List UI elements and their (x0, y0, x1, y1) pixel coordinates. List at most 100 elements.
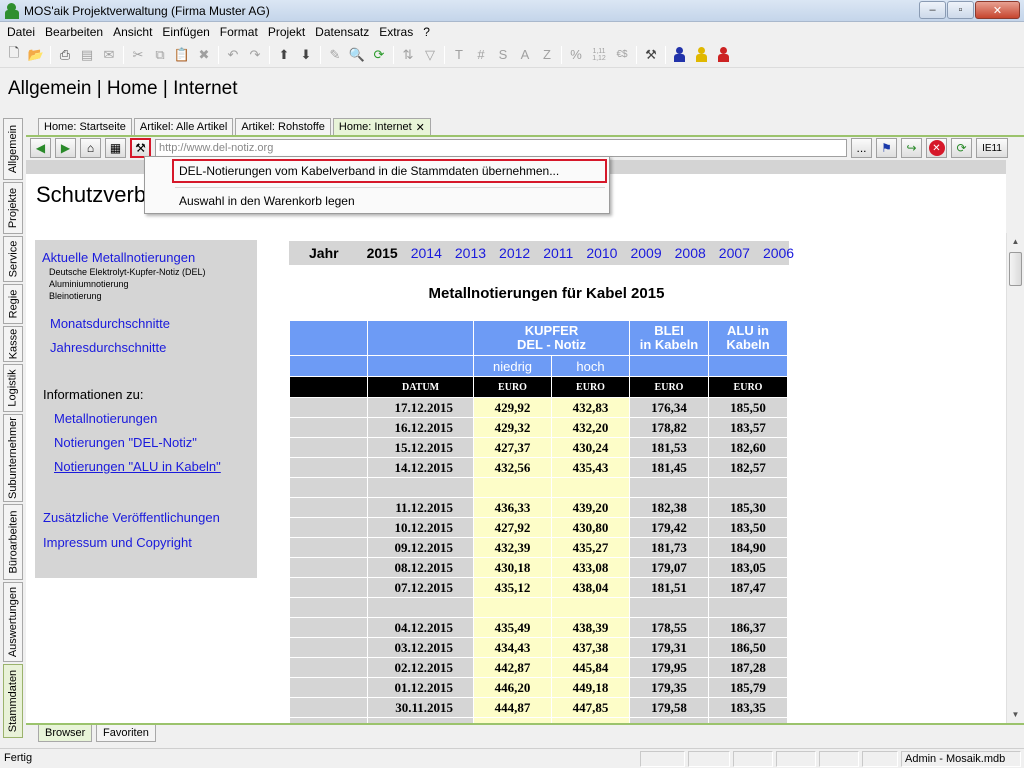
menu-extras[interactable]: Extras (374, 25, 418, 39)
side-tab-kasse[interactable]: Kasse (3, 326, 23, 362)
year-link[interactable]: 2006 (763, 245, 794, 261)
arrow-up-icon[interactable]: ⬆ (273, 44, 295, 66)
year-link[interactable]: 2010 (586, 245, 617, 261)
filter-icon[interactable]: ▽ (419, 44, 441, 66)
scroll-up-icon[interactable]: ▲ (1007, 233, 1024, 250)
menu-projekt[interactable]: Projekt (263, 25, 310, 39)
tab-artikel-alle[interactable]: Artikel: Alle Artikel (133, 118, 234, 135)
stop-icon[interactable]: ✕ (926, 138, 947, 158)
ie-mode-button[interactable]: IE11 (976, 138, 1008, 158)
year-link[interactable]: 2011 (543, 245, 573, 261)
user-red-icon[interactable] (713, 44, 735, 66)
link-aktuelle-metallnotierungen[interactable]: Aktuelle Metallnotierungen (42, 250, 195, 265)
scroll-down-icon[interactable]: ▼ (1007, 706, 1024, 723)
tab-home-startseite[interactable]: Home: Startseite (38, 118, 132, 135)
link-jahresdurchschnitte[interactable]: Jahresdurchschnitte (50, 340, 166, 355)
menu-datei[interactable]: Datei (2, 25, 40, 39)
link-notierungen-del[interactable]: Notierungen "DEL-Notiz" (54, 435, 197, 450)
maximize-button[interactable]: ▫ (947, 1, 974, 19)
decimal-icon[interactable]: 1,11 1,12 (587, 44, 611, 66)
side-tab-subunternehmer[interactable]: Subunternehmer (3, 414, 23, 502)
year-link[interactable]: 2008 (675, 245, 706, 261)
tab-browser[interactable]: Browser (38, 725, 93, 742)
year-link[interactable]: 2007 (719, 245, 750, 261)
link-zusaetzliche-veroeffentlichungen[interactable]: Zusätzliche Veröffentlichungen (43, 510, 220, 525)
cut-icon[interactable]: ✂ (127, 44, 149, 66)
side-tab-auswertungen[interactable]: Auswertungen (3, 582, 23, 662)
link-monatsdurchschnitte[interactable]: Monatsdurchschnitte (50, 316, 170, 331)
back-icon[interactable]: ◀ (30, 138, 51, 158)
menu-item-warenkorb[interactable]: Auswahl in den Warenkorb legen (179, 194, 355, 208)
refresh-icon[interactable]: ⟳ (368, 44, 390, 66)
side-tab-regie[interactable]: Regie (3, 284, 23, 324)
breadcrumb: Allgemein | Home | Internet (8, 78, 238, 99)
alu-cell (709, 478, 787, 497)
tab-home-internet[interactable]: Home: Internet ✕ (332, 118, 431, 135)
copy-icon[interactable]: ⧉ (149, 44, 171, 66)
sub-item-blei: Bleinotierung (49, 291, 102, 301)
window-controls: – ▫ ✕ (918, 1, 1020, 19)
menu-bearbeiten[interactable]: Bearbeiten (40, 25, 108, 39)
print-icon[interactable]: ⎙ (54, 44, 76, 66)
scroll-thumb[interactable] (1009, 252, 1022, 286)
menu-help[interactable]: ? (418, 25, 435, 39)
mail-icon[interactable]: ✉ (98, 44, 120, 66)
home-icon[interactable]: ⌂ (80, 138, 101, 158)
open-folder-icon[interactable]: 📂 (25, 44, 47, 66)
year-link[interactable]: 2013 (455, 245, 486, 261)
side-tab-bueroarbeiten[interactable]: Büroarbeiten (3, 504, 23, 580)
tools-icon[interactable]: ⚒ (640, 44, 662, 66)
delete-icon[interactable]: ✖ (193, 44, 215, 66)
percent-icon[interactable]: % (565, 44, 587, 66)
sort-icon[interactable]: ⇅ (397, 44, 419, 66)
paste-icon[interactable]: 📋 (171, 44, 193, 66)
tab-artikel-rohstoffe[interactable]: Artikel: Rohstoffe (235, 118, 331, 135)
redo-icon[interactable]: ↷ (244, 44, 266, 66)
close-button[interactable]: ✕ (975, 1, 1020, 19)
toolbar-separator (444, 45, 445, 64)
vertical-scrollbar[interactable]: ▲ ▼ (1006, 233, 1023, 723)
year-link[interactable]: 2009 (630, 245, 661, 261)
reload-icon[interactable]: ⟳ (951, 138, 972, 158)
search-icon[interactable]: 🔍 (346, 44, 368, 66)
user-blue-icon[interactable] (669, 44, 691, 66)
side-tab-stammdaten[interactable]: Stammdaten (3, 664, 23, 738)
bookmark-icon[interactable]: ⚑ (876, 138, 897, 158)
menu-format[interactable]: Format (215, 25, 263, 39)
url-input[interactable]: http://www.del-notiz.org (155, 139, 847, 157)
menu-ansicht[interactable]: Ansicht (108, 25, 157, 39)
menu-item-del-import[interactable]: DEL-Notierungen vom Kabelverband in die … (179, 164, 559, 178)
more-button[interactable]: ... (851, 138, 872, 158)
tab-favoriten[interactable]: Favoriten (96, 725, 156, 742)
side-tab-allgemein[interactable]: Allgemein (3, 118, 23, 180)
minimize-button[interactable]: – (919, 1, 946, 19)
tools-menu-button[interactable]: ⚒ (130, 138, 151, 158)
a-format-icon[interactable]: A (514, 44, 536, 66)
side-tab-projekte[interactable]: Projekte (3, 182, 23, 234)
link-notierungen-alu[interactable]: Notierungen "ALU in Kabeln" (54, 459, 221, 474)
s-format-icon[interactable]: S (492, 44, 514, 66)
menu-einfuegen[interactable]: Einfügen (157, 25, 214, 39)
text-format-icon[interactable]: T (448, 44, 470, 66)
user-yellow-icon[interactable] (691, 44, 713, 66)
grid-icon[interactable]: ▦ (105, 138, 126, 158)
undo-icon[interactable]: ↶ (222, 44, 244, 66)
print-preview-icon[interactable]: ▤ (76, 44, 98, 66)
year-link[interactable]: 2012 (499, 245, 530, 261)
arrow-down-icon[interactable]: ⬇ (295, 44, 317, 66)
edit-icon[interactable]: ✎ (324, 44, 346, 66)
year-link[interactable]: 2014 (411, 245, 442, 261)
number-format-icon[interactable]: # (470, 44, 492, 66)
new-document-icon[interactable]: 🗋 (3, 44, 25, 66)
menu-datensatz[interactable]: Datensatz (310, 25, 374, 39)
link-metallnotierungen[interactable]: Metallnotierungen (54, 411, 157, 426)
side-tab-service[interactable]: Service (3, 236, 23, 282)
close-tab-icon[interactable]: ✕ (416, 121, 425, 134)
side-tab-logistik[interactable]: Logistik (3, 364, 23, 412)
go-icon[interactable]: ↪ (901, 138, 922, 158)
unit-euro: EURO (709, 377, 787, 397)
z-format-icon[interactable]: Z (536, 44, 558, 66)
forward-icon[interactable]: ▶ (55, 138, 76, 158)
currency-icon[interactable]: €$ (611, 44, 633, 66)
link-impressum[interactable]: Impressum und Copyright (43, 535, 192, 550)
